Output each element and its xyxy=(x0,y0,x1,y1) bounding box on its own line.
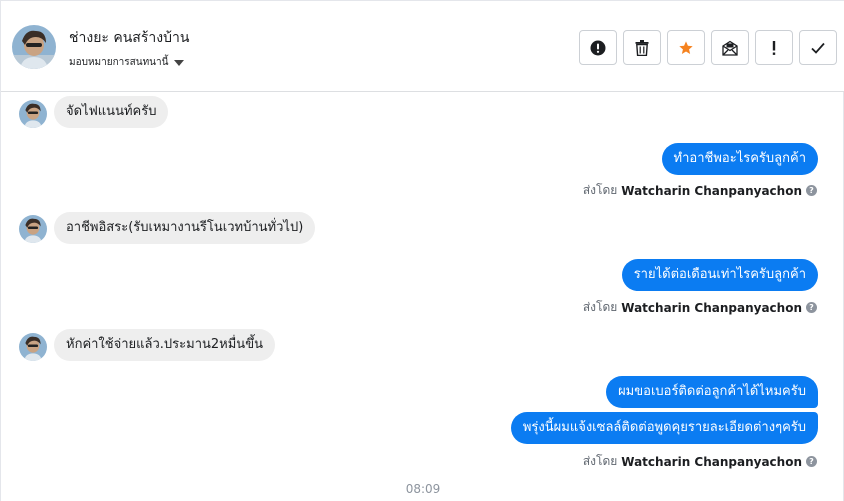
assign-label: มอบหมายการสนทนานี้ xyxy=(69,57,169,68)
help-icon[interactable]: ? xyxy=(806,185,817,196)
outgoing-message: ผมขอเบอร์ติดต่อลูกค้าได้ไหมครับ xyxy=(606,376,818,408)
delete-button[interactable] xyxy=(623,30,661,65)
sent-by-agent: Watcharin Chanpanyachon xyxy=(621,300,802,315)
help-icon[interactable]: ? xyxy=(806,456,817,467)
help-icon[interactable]: ? xyxy=(806,302,817,313)
incoming-message: หักค่าใช้จ่ายแล้ว.ประมาน2หมื่นขึ้น xyxy=(54,329,275,361)
conversation-window: ช่างยะ คนสร้างบ้าน มอบหมายการสนทนานี้ จั… xyxy=(0,0,844,501)
envelope-icon xyxy=(722,40,738,56)
contact-avatar-small xyxy=(19,100,47,128)
sent-by-prefix: ส่งโดย xyxy=(582,300,618,314)
assign-conversation-dropdown[interactable]: มอบหมายการสนทนานี้ xyxy=(69,55,185,70)
contact-avatar-small xyxy=(19,215,47,243)
mark-unread-button[interactable] xyxy=(711,30,749,65)
sent-by-info: ส่งโดย Watcharin Chanpanyachon ? xyxy=(583,298,817,317)
conversation-header: ช่างยะ คนสร้างบ้าน มอบหมายการสนทนานี้ xyxy=(1,1,844,92)
outgoing-message: ทำอาชีพอะไรครับลูกค้า xyxy=(661,143,818,175)
trash-icon xyxy=(635,39,649,56)
check-icon xyxy=(811,42,825,54)
caret-down-icon xyxy=(174,59,185,66)
sent-by-prefix: ส่งโดย xyxy=(582,454,618,468)
report-spam-button[interactable] xyxy=(579,30,617,65)
incoming-message: จัดไฟแนนท์ครับ xyxy=(54,96,169,128)
sent-by-agent: Watcharin Chanpanyachon xyxy=(621,454,802,469)
contact-avatar-small xyxy=(19,333,47,361)
mark-done-button[interactable] xyxy=(799,30,837,65)
action-toolbar xyxy=(579,30,837,65)
outgoing-message: พรุ่งนี้ผมแจ้งเซลล์ติดต่อพูดคุยรายละเอีย… xyxy=(510,412,818,444)
star-button[interactable] xyxy=(667,30,705,65)
incoming-message: อาชีพอิสระ(รับเหมางานรีโนเวทบ้านทั่วไป) xyxy=(54,212,316,244)
exclamation-icon xyxy=(772,40,776,55)
sent-by-info: ส่งโดย Watcharin Chanpanyachon ? xyxy=(583,452,817,471)
alert-circle-icon xyxy=(590,40,606,55)
sent-by-prefix: ส่งโดย xyxy=(582,183,618,197)
message-timestamp: 08:09 xyxy=(405,482,441,496)
sent-by-info: ส่งโดย Watcharin Chanpanyachon ? xyxy=(583,181,817,200)
contact-name: ช่างยะ คนสร้างบ้าน xyxy=(69,30,190,46)
sent-by-agent: Watcharin Chanpanyachon xyxy=(621,183,802,198)
outgoing-message: รายได้ต่อเดือนเท่าไรครับลูกค้า xyxy=(621,259,818,291)
follow-up-button[interactable] xyxy=(755,30,793,65)
contact-avatar[interactable] xyxy=(12,25,56,69)
message-thread[interactable]: จัดไฟแนนท์ครับ ทำอาชีพอะไรครับลูกค้า ส่ง… xyxy=(1,92,844,501)
star-icon xyxy=(679,40,693,54)
